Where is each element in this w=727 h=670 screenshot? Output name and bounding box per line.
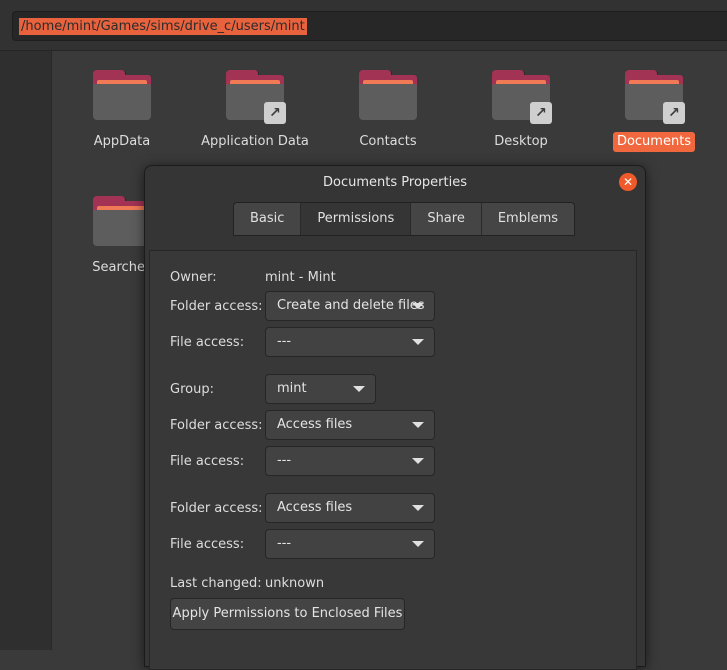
group-folder-access-value: Access files (277, 417, 353, 432)
others-folder-access-select[interactable]: Access files (265, 493, 435, 523)
owner-file-access-value: --- (277, 334, 292, 349)
sidebar (0, 51, 52, 650)
folder-label: AppData (93, 134, 151, 149)
chevron-down-icon (412, 303, 424, 309)
chevron-down-icon (412, 505, 424, 511)
tab-emblems[interactable]: Emblems (482, 203, 574, 235)
folder-icon (93, 196, 151, 248)
location-path-text: /home/mint/Games/sims/drive_c/users/mint (19, 18, 307, 35)
symlink-arrow-icon: ↗ (264, 102, 286, 124)
group-value: mint (277, 381, 307, 396)
group-folder-access-label: Folder access: (170, 418, 263, 433)
chevron-down-icon (412, 339, 424, 345)
folder-label: Desktop (494, 134, 548, 149)
folder-icon: ↗ (625, 70, 685, 124)
group-folder-access-select[interactable]: Access files (265, 410, 435, 440)
tab-basic[interactable]: Basic (234, 203, 302, 235)
folder-label: Application Data (201, 134, 309, 149)
last-changed-value: unknown (265, 576, 325, 591)
folder-icon (93, 70, 151, 122)
dialog-title: Documents Properties (323, 175, 467, 190)
owner-label: Owner: (170, 270, 217, 285)
folder-item-application-data[interactable]: ↗ Application Data (190, 70, 320, 152)
tab-share[interactable]: Share (411, 203, 482, 235)
folder-item-appdata[interactable]: AppData (57, 70, 187, 152)
chevron-down-icon (412, 458, 424, 464)
tab-bar: Basic Permissions Share Emblems (233, 202, 576, 236)
folder-item-contacts[interactable]: Contacts (323, 70, 453, 152)
owner-file-access-label: File access: (170, 335, 245, 350)
symlink-arrow-icon: ↗ (663, 102, 685, 124)
chevron-down-icon (412, 422, 424, 428)
chevron-down-icon (412, 541, 424, 547)
last-changed-label: Last changed: (170, 576, 262, 591)
group-label: Group: (170, 382, 214, 397)
owner-folder-access-value: Create and delete files (277, 298, 425, 313)
owner-file-access-select[interactable]: --- (265, 327, 435, 357)
others-folder-access-label: Folder access: (170, 501, 263, 516)
group-file-access-select[interactable]: --- (265, 446, 435, 476)
others-folder-access-value: Access files (277, 500, 353, 515)
apply-permissions-button[interactable]: Apply Permissions to Enclosed Files (170, 598, 405, 630)
location-bar: /home/mint/Games/sims/drive_c/users/mint (0, 0, 727, 51)
location-input[interactable]: /home/mint/Games/sims/drive_c/users/mint (12, 11, 727, 41)
folder-item-desktop[interactable]: ↗ Desktop (456, 70, 586, 152)
others-file-access-label: File access: (170, 537, 245, 552)
close-button[interactable]: ✕ (619, 173, 637, 191)
owner-folder-access-select[interactable]: Create and delete files (265, 291, 435, 321)
group-file-access-label: File access: (170, 454, 245, 469)
permissions-panel: Owner: mint - Mint Folder access: Create… (149, 250, 637, 670)
folder-label: Contacts (359, 134, 417, 149)
others-file-access-select[interactable]: --- (265, 529, 435, 559)
properties-dialog: Documents Properties ✕ Basic Permissions… (144, 165, 646, 670)
owner-value: mint - Mint (265, 270, 336, 285)
close-icon: ✕ (622, 175, 634, 189)
symlink-arrow-icon: ↗ (530, 102, 552, 124)
chevron-down-icon (353, 386, 365, 392)
folder-icon: ↗ (226, 70, 286, 124)
folder-item-documents[interactable]: ↗ Documents (589, 70, 719, 152)
folder-icon: ↗ (492, 70, 552, 124)
folder-icon (359, 70, 417, 122)
tab-permissions[interactable]: Permissions (301, 203, 412, 235)
folder-label-selected: Documents (612, 132, 696, 152)
owner-folder-access-label: Folder access: (170, 299, 263, 314)
group-file-access-value: --- (277, 453, 292, 468)
others-file-access-value: --- (277, 536, 292, 551)
group-select[interactable]: mint (265, 374, 376, 404)
